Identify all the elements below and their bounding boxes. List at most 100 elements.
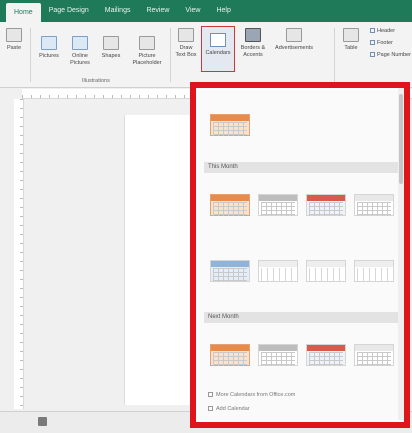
calendar-grid: [309, 352, 343, 366]
tab-home[interactable]: Home: [6, 3, 41, 22]
advertisement-icon: [286, 28, 302, 42]
calendar-header: [355, 261, 393, 267]
ribbon-separator: [334, 28, 335, 82]
calendar-grid: [357, 352, 391, 366]
calendar-header: [211, 115, 249, 121]
page-number-label: Page Number: [377, 52, 411, 58]
ribbon: Paste Pictures Online Pictures Shapes Pi…: [0, 22, 412, 88]
calendar-header: [259, 345, 297, 351]
advertisements-button[interactable]: Advertisements: [272, 28, 316, 52]
calendar-header: [307, 345, 345, 351]
section-header-this-month: This Month: [204, 162, 400, 173]
placeholder-label: Picture Placeholder: [132, 53, 162, 66]
footer-label: Footer: [377, 40, 393, 46]
calendar-grid: [213, 268, 247, 282]
calendar-grid: [213, 202, 247, 216]
calendar-thumbnail[interactable]: [306, 194, 346, 216]
gallery-content: This Month Next Month More Calendars fro…: [198, 90, 402, 420]
calendar-grid: [309, 268, 343, 282]
picture-icon: [41, 36, 57, 50]
table-button[interactable]: Table: [338, 28, 364, 52]
draw-text-box-button[interactable]: Draw Text Box: [174, 28, 198, 59]
calendar-icon: [210, 33, 226, 47]
text-box-icon: [178, 28, 194, 42]
add-icon: [208, 406, 213, 411]
calendar-grid: [261, 352, 295, 366]
calendar-header: [355, 195, 393, 201]
workspace-canvas[interactable]: [24, 99, 204, 411]
calendar-header: [211, 261, 249, 267]
more-calendars-link[interactable]: More Calendars from Office.com: [208, 392, 295, 398]
pictures-label: Pictures: [39, 53, 59, 59]
calendar-thumbnail[interactable]: [258, 194, 298, 216]
calendar-thumbnail[interactable]: [210, 194, 250, 216]
calendar-grid: [213, 122, 247, 136]
paste-button[interactable]: Paste: [3, 28, 25, 52]
office-icon: [208, 392, 213, 397]
ribbon-separator: [170, 28, 171, 82]
page-number-button[interactable]: Page Number: [370, 52, 411, 58]
add-calendar-option[interactable]: Add Calendar: [208, 406, 250, 412]
section-header-next-month: Next Month: [204, 312, 400, 323]
calendar-thumbnail[interactable]: [210, 260, 250, 282]
calendar-thumbnail[interactable]: [210, 114, 250, 136]
more-calendars-label: More Calendars from Office.com: [216, 392, 296, 398]
advertisements-label: Advertisements: [275, 45, 313, 51]
calendar-grid: [309, 202, 343, 216]
picture-placeholder-button[interactable]: Picture Placeholder: [130, 36, 164, 67]
borders-icon: [245, 28, 261, 42]
online-picture-icon: [72, 36, 88, 50]
page-thumbnail-icon[interactable]: [38, 417, 47, 426]
borders-accents-button[interactable]: Borders & Accents: [238, 28, 268, 59]
calendars-gallery: This Month Next Month More Calendars fro…: [190, 82, 410, 428]
add-calendar-label: Add Calendar: [216, 406, 250, 412]
placeholder-icon: [139, 36, 155, 50]
calendar-thumbnail[interactable]: [354, 260, 394, 282]
borders-label: Borders & Accents: [240, 45, 266, 58]
calendar-header: [259, 261, 297, 267]
calendar-thumbnail[interactable]: [258, 344, 298, 366]
calendar-grid: [357, 202, 391, 216]
footer-button[interactable]: Footer: [370, 40, 393, 46]
tab-help[interactable]: Help: [208, 0, 238, 22]
header-icon: [370, 28, 375, 33]
calendar-header: [307, 195, 345, 201]
tab-view[interactable]: View: [177, 0, 208, 22]
calendar-header: [307, 261, 345, 267]
shapes-label: Shapes: [101, 53, 121, 59]
tab-review[interactable]: Review: [138, 0, 177, 22]
calendar-thumbnail[interactable]: [258, 260, 298, 282]
calendar-thumbnail[interactable]: [354, 194, 394, 216]
calendar-header: [259, 195, 297, 201]
tab-page-design[interactable]: Page Design: [41, 0, 97, 22]
calendar-thumbnail[interactable]: [210, 344, 250, 366]
calendars-label: Calendars: [205, 50, 231, 56]
tab-mailings[interactable]: Mailings: [97, 0, 139, 22]
shapes-button[interactable]: Shapes: [98, 36, 124, 60]
pictures-button[interactable]: Pictures: [36, 36, 62, 60]
shapes-icon: [103, 36, 119, 50]
text-box-label: Draw Text Box: [175, 45, 197, 58]
calendar-thumbnail[interactable]: [354, 344, 394, 366]
vertical-ruler: [14, 99, 24, 409]
calendar-header: [211, 345, 249, 351]
calendars-button[interactable]: Calendars: [201, 26, 235, 72]
group-illustrations-label: Illustrations: [82, 78, 110, 84]
clipboard-icon: [6, 28, 22, 42]
table-icon: [343, 28, 359, 42]
footer-icon: [370, 40, 375, 45]
table-label: Table: [344, 45, 358, 51]
calendar-grid: [357, 268, 391, 282]
header-label: Header: [377, 28, 396, 34]
scrollbar-thumb[interactable]: [399, 94, 403, 184]
online-pictures-button[interactable]: Online Pictures: [66, 36, 94, 67]
ribbon-tab-bar: Home Page Design Mailings Review View He…: [0, 0, 412, 22]
ribbon-separator: [30, 28, 31, 82]
calendar-grid: [261, 202, 295, 216]
calendar-thumbnail[interactable]: [306, 344, 346, 366]
calendar-thumbnail[interactable]: [306, 260, 346, 282]
gallery-scrollbar[interactable]: [398, 88, 404, 420]
header-button[interactable]: Header: [370, 28, 395, 34]
online-pictures-label: Online Pictures: [70, 53, 90, 66]
calendar-grid: [261, 268, 295, 282]
